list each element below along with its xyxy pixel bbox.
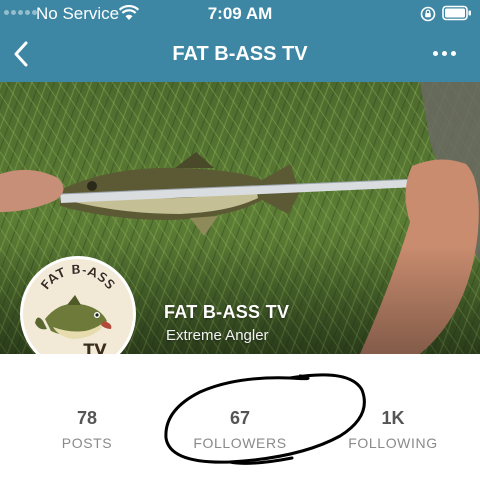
stat-posts[interactable]: 78 POSTS: [17, 408, 157, 451]
profile-stats: 78 POSTS 67 FOLLOWERS 1K FOLLOWING: [0, 354, 480, 480]
more-options-button[interactable]: [424, 42, 464, 64]
stat-label: FOLLOWERS: [193, 435, 287, 451]
status-time: 7:09 AM: [207, 4, 273, 23]
profile-subtitle: Extreme Angler: [166, 327, 269, 344]
stat-label: POSTS: [61, 435, 113, 451]
profile-name: FAT B-ASS TV: [164, 302, 290, 322]
stat-value: 78: [76, 408, 98, 428]
status-bar: No Service 7:09 AM: [0, 0, 480, 26]
stat-value: 1K: [381, 408, 405, 428]
battery-icon: [442, 5, 471, 21]
orientation-lock-icon: [420, 6, 436, 22]
stat-value: 67: [229, 408, 251, 428]
ellipsis-icon: [432, 50, 438, 56]
stat-following[interactable]: 1K FOLLOWING: [323, 408, 463, 451]
page-title: FAT B-ASS TV: [172, 43, 308, 65]
stat-followers[interactable]: 67 FOLLOWERS: [170, 408, 310, 451]
top-bar: No Service 7:09 AM FAT B-ASS TV: [0, 0, 480, 82]
stat-label: FOLLOWING: [348, 435, 438, 451]
